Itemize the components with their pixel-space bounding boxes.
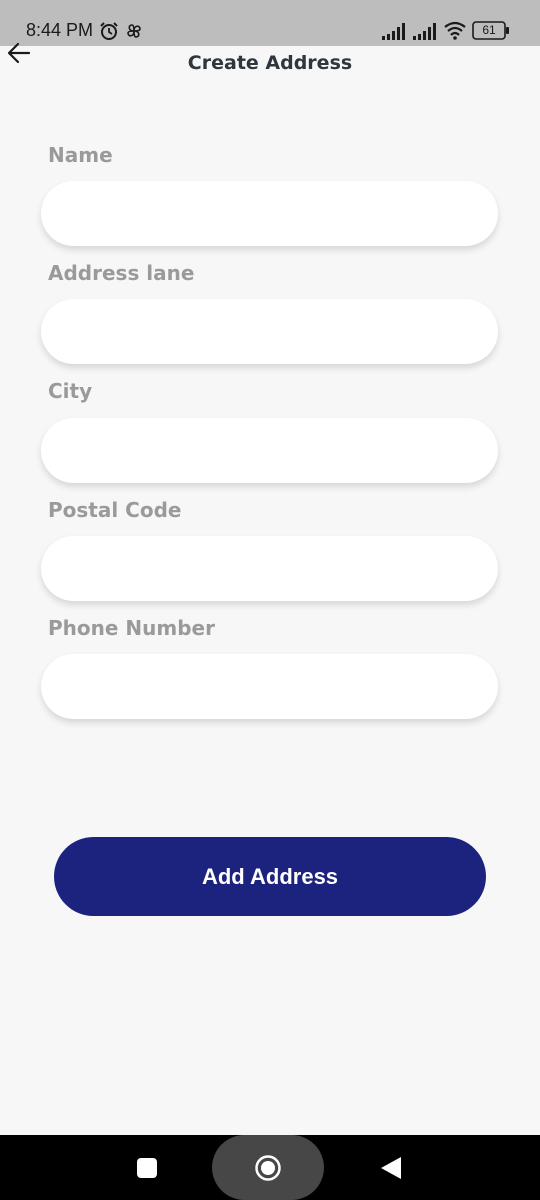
phone-number-label: Phone Number [48,616,215,640]
add-address-button[interactable]: Add Address [54,837,486,916]
address-lane-label: Address lane [48,261,195,285]
navigation-bar [0,1135,540,1200]
back-triangle-icon[interactable] [380,1156,402,1180]
status-bar: 8:44 PM 61 [0,0,540,46]
address-lane-input[interactable] [41,299,498,364]
wifi-icon [444,21,466,40]
signal-icon [382,23,405,40]
page-title: Create Address [187,52,353,74]
city-input[interactable] [41,418,498,483]
postal-code-label: Postal Code [48,498,182,522]
postal-code-input[interactable] [41,536,498,601]
signal-icon [413,23,436,40]
phone-number-input[interactable] [41,654,498,719]
battery-level: 61 [482,23,496,37]
home-circle-icon[interactable] [254,1154,282,1182]
name-label: Name [48,143,113,167]
name-input[interactable] [41,181,498,246]
alarm-icon [100,22,118,40]
pinwheel-icon [127,24,141,38]
city-label: City [48,379,93,403]
square-icon[interactable] [136,1157,158,1179]
status-time: 8:44 PM [26,20,94,40]
